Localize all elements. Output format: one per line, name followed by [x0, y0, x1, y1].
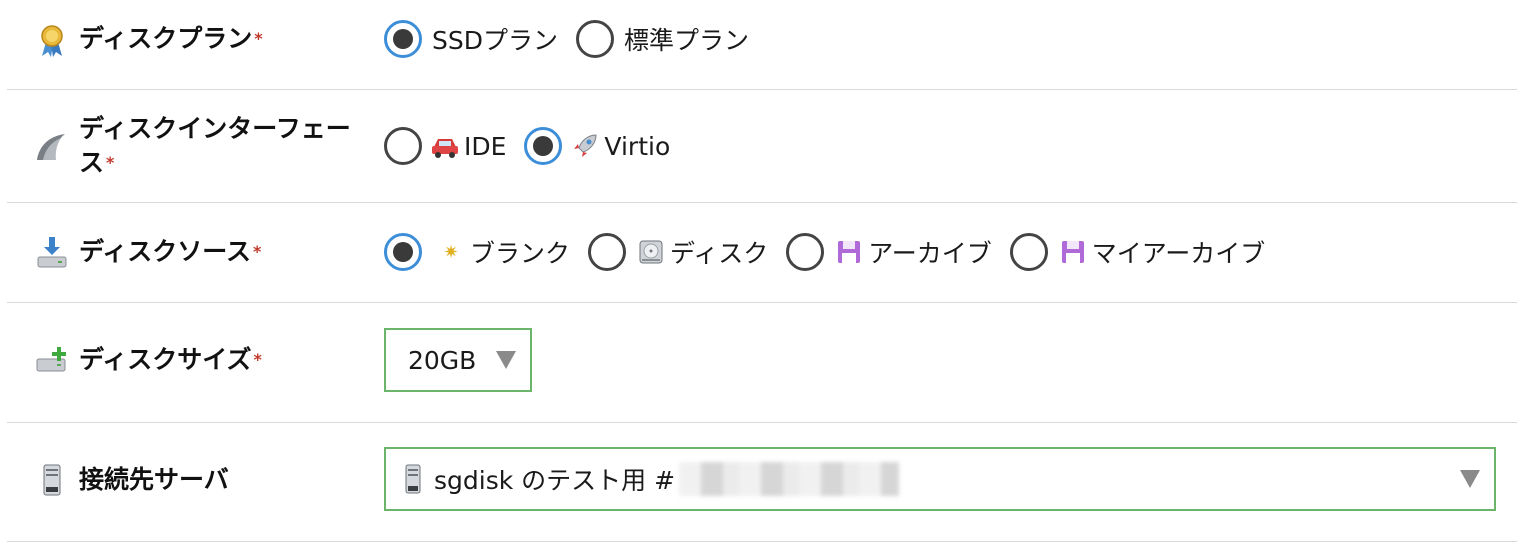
radio-ide[interactable]	[384, 127, 422, 165]
ssd-plan-label[interactable]: SSDプラン	[432, 21, 558, 57]
radio-blank[interactable]	[384, 233, 422, 271]
disk-interface-label: ディスクインターフェー ス *	[79, 114, 351, 177]
required-mark: *	[106, 153, 115, 172]
server-icon	[35, 463, 69, 497]
disk-label: ディスク	[670, 239, 769, 268]
target-server-select[interactable]: sgdisk のテスト用 #	[384, 447, 1496, 511]
car-icon	[430, 131, 460, 161]
redacted-server-id	[679, 462, 900, 496]
target-server-value: sgdisk のテスト用 #	[434, 466, 676, 495]
radio-archive[interactable]	[786, 233, 825, 271]
row-disk-plan: ディスクプラン * SSDプラン 標準プラン	[7, 0, 1517, 90]
required-mark: *	[254, 29, 263, 48]
disk-source-label: ディスクソース *	[79, 237, 262, 266]
server-icon	[402, 464, 424, 494]
floppy-icon	[834, 237, 864, 267]
row-disk-interface: ディスクインターフェー ス * IDE Virtio	[7, 90, 1517, 203]
row-disk-size: ディスクサイズ * 20GB	[7, 303, 1517, 423]
standard-plan-label[interactable]: 標準プラン	[624, 21, 749, 57]
radio-standard-plan[interactable]	[576, 20, 614, 58]
award-ribbon-icon	[35, 24, 69, 58]
disk-interface-options: IDE Virtio	[384, 127, 688, 165]
sparkle-icon: ✷	[443, 241, 459, 263]
disk-option[interactable]: ディスク	[636, 234, 768, 270]
chevron-down-icon	[496, 351, 516, 369]
required-mark: *	[253, 242, 262, 261]
disk-plan-options: SSDプラン 標準プラン	[384, 20, 767, 58]
chevron-down-icon	[1460, 470, 1480, 488]
radio-virtio[interactable]	[524, 127, 563, 165]
radio-my-archive[interactable]	[1009, 233, 1048, 271]
archive-option[interactable]: アーカイブ	[834, 234, 992, 270]
disk-size-label: ディスクサイズ *	[79, 345, 262, 374]
ide-option[interactable]: IDE	[430, 131, 506, 161]
blank-option[interactable]: ✷ ブランク	[436, 234, 570, 270]
required-mark: *	[253, 350, 262, 369]
my-archive-label: マイアーカイブ	[1091, 239, 1266, 268]
add-disk-icon	[35, 343, 69, 377]
disk-source-options: ✷ ブランク ディスク アーカイブ マイアーカイブ	[384, 233, 1283, 271]
virtio-option[interactable]: Virtio	[570, 131, 670, 161]
blank-label: ブランク	[470, 239, 571, 268]
virtio-label: Virtio	[604, 131, 671, 161]
disk-plan-label: ディスクプラン *	[79, 24, 263, 53]
archive-label: アーカイブ	[868, 239, 992, 268]
download-disk-icon	[35, 235, 69, 269]
disk-size-value: 20GB	[408, 345, 477, 375]
disk-size-select[interactable]: 20GB	[384, 328, 532, 392]
hard-disk-icon	[636, 237, 666, 267]
radio-disk[interactable]	[588, 233, 627, 271]
ide-label: IDE	[464, 131, 507, 161]
target-server-label: 接続先サーバ	[79, 465, 229, 494]
floppy-icon	[1058, 237, 1088, 267]
rocket-icon	[570, 131, 600, 161]
row-target-server: 接続先サーバ sgdisk のテスト用 #	[7, 423, 1517, 542]
radio-ssd-plan[interactable]	[384, 20, 422, 58]
wave-icon	[35, 130, 69, 164]
row-disk-source: ディスクソース * ✷ ブランク ディスク アーカイブ マイアーカイブ	[7, 203, 1517, 303]
my-archive-option[interactable]: マイアーカイブ	[1058, 234, 1266, 270]
disk-settings-form: ディスクプラン * SSDプラン 標準プラン ディスクインターフェー ス * I…	[0, 0, 1530, 546]
